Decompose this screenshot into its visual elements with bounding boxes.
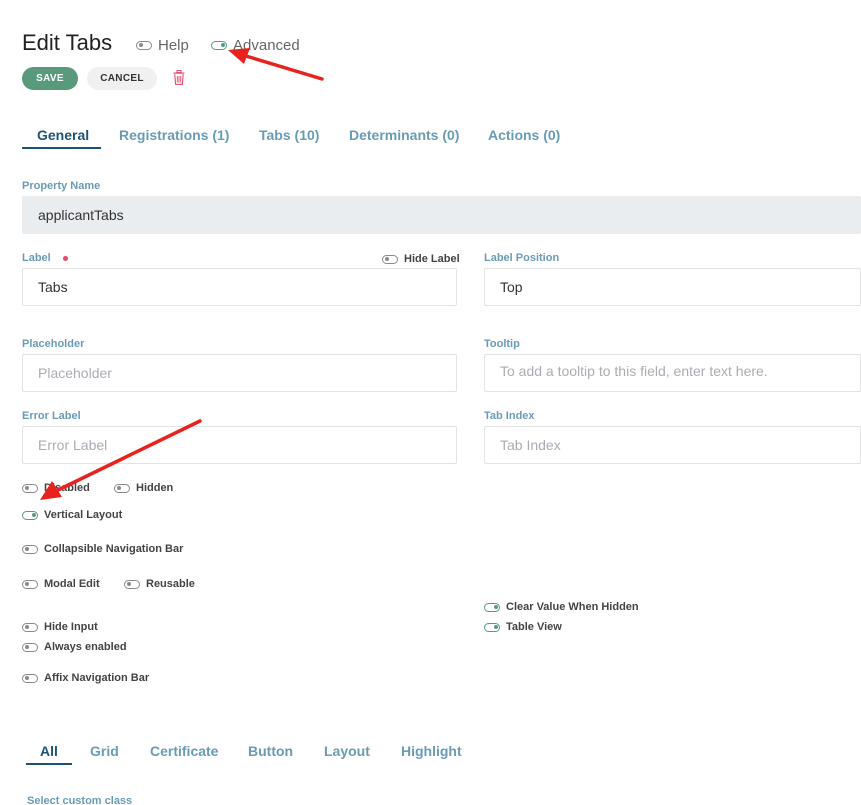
collapsible-nav-toggle[interactable]: Collapsible Navigation Bar — [22, 543, 183, 555]
help-label: Help — [158, 37, 189, 54]
subtab-all[interactable]: All — [40, 743, 58, 759]
tab-actions[interactable]: Actions (0) — [488, 127, 560, 143]
toggle-off-icon[interactable] — [22, 483, 38, 493]
subtab-certificate[interactable]: Certificate — [150, 743, 218, 759]
collapsible-nav-label: Collapsible Navigation Bar — [44, 543, 184, 555]
active-tab-indicator — [22, 147, 101, 149]
toggle-on-icon[interactable] — [484, 622, 500, 632]
always-enabled-toggle[interactable]: Always enabled — [22, 641, 127, 653]
toggle-off-icon[interactable] — [114, 483, 130, 493]
subtab-grid[interactable]: Grid — [90, 743, 119, 759]
hide-label-text: Hide Label — [404, 253, 460, 265]
reusable-label: Reusable — [146, 578, 195, 590]
reusable-toggle[interactable]: Reusable — [124, 578, 195, 590]
property-name-label: Property Name — [22, 180, 101, 192]
advanced-label: Advanced — [233, 37, 300, 54]
required-dot-icon — [62, 255, 68, 261]
cancel-button[interactable]: CANCEL — [87, 67, 157, 90]
advanced-toggle[interactable]: Advanced — [211, 37, 300, 54]
always-enabled-label: Always enabled — [44, 641, 127, 653]
toggle-off-icon[interactable] — [22, 673, 38, 683]
hidden-toggle[interactable]: Hidden — [114, 482, 173, 494]
trash-icon[interactable] — [173, 70, 185, 85]
subtab-highlight[interactable]: Highlight — [401, 743, 462, 759]
hide-input-label: Hide Input — [44, 621, 98, 633]
toggle-off-icon[interactable] — [22, 544, 38, 554]
vertical-layout-label: Vertical Layout — [44, 509, 123, 521]
annotation-arrows — [40, 48, 324, 500]
toggle-off-icon[interactable] — [22, 622, 38, 632]
tab-registrations[interactable]: Registrations (1) — [119, 127, 229, 143]
label-position-label: Label Position — [484, 252, 560, 264]
toggle-off-icon[interactable] — [136, 41, 152, 50]
toggle-on-icon[interactable] — [484, 602, 500, 612]
error-label-input[interactable]: Error Label — [22, 426, 457, 464]
label-input[interactable]: Tabs — [22, 268, 457, 306]
table-view-label: Table View — [506, 621, 562, 633]
subtab-button[interactable]: Button — [248, 743, 293, 759]
help-toggle[interactable]: Help — [136, 37, 189, 54]
subtab-layout[interactable]: Layout — [324, 743, 370, 759]
toggle-on-icon[interactable] — [211, 41, 227, 50]
tab-determinants[interactable]: Determinants (0) — [349, 127, 459, 143]
select-custom-class-label: Select custom class — [27, 795, 133, 805]
tooltip-textarea[interactable]: To add a tooltip to this field, enter te… — [484, 354, 861, 392]
modal-edit-toggle[interactable]: Modal Edit — [22, 578, 100, 590]
toggle-off-icon[interactable] — [382, 254, 398, 264]
label-field-label: Label — [22, 252, 68, 264]
vertical-layout-toggle[interactable]: Vertical Layout — [22, 509, 122, 521]
error-label-label: Error Label — [22, 410, 81, 422]
page-title: Edit Tabs — [22, 30, 113, 55]
tab-index-input[interactable]: Tab Index — [484, 426, 861, 464]
label-field-text: Label — [22, 252, 51, 264]
tab-index-label: Tab Index — [484, 410, 535, 422]
label-position-select[interactable]: Top — [484, 268, 861, 306]
disabled-label: Disabled — [44, 482, 90, 494]
disabled-toggle[interactable]: Disabled — [22, 482, 90, 494]
property-name-input[interactable]: applicantTabs — [22, 196, 861, 234]
toggle-on-icon[interactable] — [22, 510, 38, 520]
hide-input-toggle[interactable]: Hide Input — [22, 621, 98, 633]
tab-tabs[interactable]: Tabs (10) — [259, 127, 319, 143]
save-button[interactable]: SAVE — [22, 67, 78, 90]
table-view-toggle[interactable]: Table View — [484, 621, 562, 633]
tab-general[interactable]: General — [37, 127, 89, 143]
hidden-label: Hidden — [136, 482, 174, 494]
toggle-off-icon[interactable] — [22, 579, 38, 589]
clear-value-toggle[interactable]: Clear Value When Hidden — [484, 601, 639, 613]
affix-nav-label: Affix Navigation Bar — [44, 672, 150, 684]
clear-value-label: Clear Value When Hidden — [506, 601, 639, 613]
tooltip-label: Tooltip — [484, 338, 520, 350]
hide-label-toggle[interactable]: Hide Label — [382, 253, 460, 265]
placeholder-label: Placeholder — [22, 338, 85, 350]
active-subtab-indicator — [26, 763, 72, 765]
affix-nav-toggle[interactable]: Affix Navigation Bar — [22, 672, 149, 684]
toggle-off-icon[interactable] — [124, 579, 140, 589]
placeholder-input[interactable]: Placeholder — [22, 354, 457, 392]
modal-edit-label: Modal Edit — [44, 578, 100, 590]
toggle-off-icon[interactable] — [22, 642, 38, 652]
